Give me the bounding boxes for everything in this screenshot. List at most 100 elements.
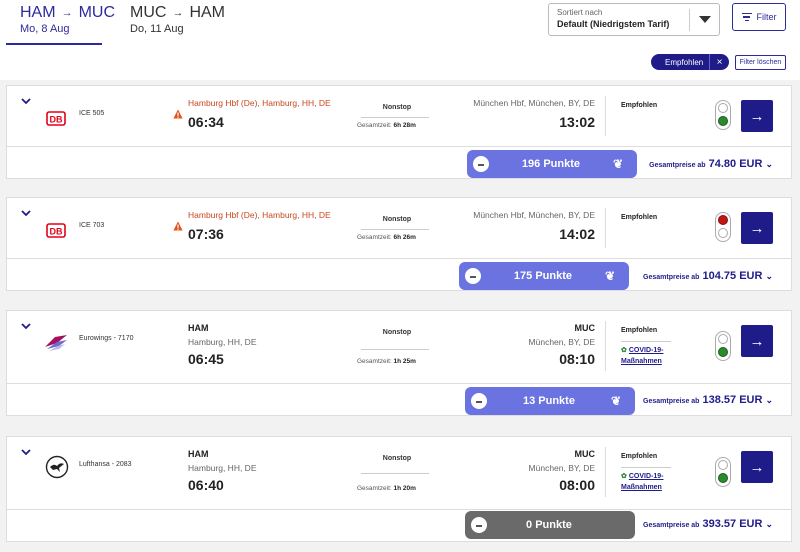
points-badge: 175 Punkte ❦: [459, 262, 629, 290]
collapse-icon[interactable]: [465, 268, 481, 284]
collapse-icon[interactable]: [473, 156, 489, 172]
departure-time: 06:45: [188, 351, 224, 367]
stops-label: Nonstop: [382, 329, 412, 336]
traffic-light-icon: [715, 331, 731, 361]
lufthansa-logo-icon: [45, 455, 69, 479]
select-flight-button[interactable]: →: [741, 325, 773, 357]
sort-caption: Sortiert nach: [557, 8, 603, 17]
price-value: 138.57 EUR: [702, 394, 763, 406]
sort-divider: [689, 9, 690, 31]
tab-return-from: MUC: [130, 4, 167, 21]
active-filter-chip: Empfohlen ×: [651, 54, 729, 70]
arrival-time: 14:02: [559, 226, 595, 242]
points-value: 0 Punkte: [526, 519, 572, 531]
sort-value: Default (Niedrigstem Tarif): [557, 19, 670, 29]
chevron-down-icon: ⌄: [765, 159, 773, 169]
result-card: DB ICE 703 Hamburg Hbf (De), Hamburg, HH…: [6, 197, 792, 291]
tab-outbound-date: Mo, 8 Aug: [20, 23, 70, 35]
divider: [7, 146, 791, 147]
close-icon[interactable]: ×: [709, 54, 729, 70]
divider: [605, 321, 606, 371]
arrival-time: 08:10: [559, 351, 595, 367]
leaf-icon: ❦: [604, 269, 615, 283]
search-header: HAM → MUC Mo, 8 Aug MUC → HAM Do, 11 Aug…: [0, 0, 800, 80]
price-value: 104.75 EUR: [702, 270, 763, 282]
price-toggle[interactable]: Gesamtpreise ab 138.57 EUR ⌄: [643, 394, 773, 406]
virus-icon: ✿: [621, 473, 627, 480]
stops-line: [361, 229, 429, 230]
select-flight-button[interactable]: →: [741, 212, 773, 244]
tab-outbound-from: HAM: [20, 4, 56, 21]
collapse-icon[interactable]: [471, 393, 487, 409]
divider: [7, 509, 791, 510]
eurowings-logo-icon: [45, 335, 67, 351]
price-prefix: Gesamtpreise ab: [649, 162, 706, 169]
chevron-down-icon[interactable]: [21, 96, 31, 106]
tab-return[interactable]: MUC → HAM Do, 11 Aug: [130, 4, 225, 35]
svg-text:DB: DB: [50, 227, 63, 237]
arrow-right-icon: →: [61, 7, 73, 19]
total-duration: Gesamtzeit: 1h 25m: [357, 358, 416, 365]
select-flight-button[interactable]: →: [741, 451, 773, 483]
tab-outbound[interactable]: HAM → MUC Mo, 8 Aug: [6, 4, 115, 45]
leaf-icon: ❦: [612, 157, 623, 171]
tab-outbound-to: MUC: [78, 4, 115, 21]
departure-station: Hamburg Hbf (De), Hamburg, HH, DE: [188, 98, 331, 108]
divider: [605, 208, 606, 248]
arrow-right-icon: →: [749, 332, 765, 350]
collapse-icon[interactable]: [471, 517, 487, 533]
recommended-tag: Empfohlen: [621, 214, 658, 221]
clear-filter-button[interactable]: Filter löschen: [735, 55, 786, 70]
recommended-tag: Empfohlen: [621, 453, 658, 460]
price-prefix: Gesamtpreise ab: [643, 398, 700, 405]
total-duration: Gesamtzeit: 1h 20m: [357, 485, 416, 492]
tab-active-indicator: [6, 43, 102, 45]
select-flight-button[interactable]: →: [741, 100, 773, 132]
departure-code: HAM: [188, 449, 209, 459]
price-toggle[interactable]: Gesamtpreise ab 104.75 EUR ⌄: [643, 270, 773, 282]
divider: [7, 258, 791, 259]
covid-measures-link[interactable]: ✿ COVID-19-Maßnahmen: [621, 341, 683, 367]
chevron-down-icon[interactable]: [21, 447, 31, 457]
departure-time: 06:40: [188, 477, 224, 493]
price-value: 393.57 EUR: [702, 518, 763, 530]
traffic-light-icon: [715, 457, 731, 487]
result-card: Lufthansa - 2083 HAM Hamburg, HH, DE 06:…: [6, 436, 792, 542]
divider: [605, 447, 606, 497]
filter-button-label: Filter: [756, 12, 777, 22]
stops-label: Nonstop: [382, 216, 412, 223]
recommended-tag: Empfohlen: [621, 327, 658, 334]
covid-measures-link[interactable]: ✿ COVID-19-Maßnahmen: [621, 467, 683, 493]
db-logo-icon: DB: [46, 111, 66, 126]
flight-number: Eurowings - 7170: [79, 335, 134, 342]
arrow-right-icon: →: [749, 458, 765, 476]
departure-code: HAM: [188, 323, 209, 333]
result-card: DB ICE 505 Hamburg Hbf (De), Hamburg, HH…: [6, 85, 792, 179]
chevron-down-icon: [699, 16, 711, 23]
chevron-down-icon: ⌄: [765, 395, 773, 405]
sort-select[interactable]: Sortiert nach Default (Niedrigstem Tarif…: [548, 3, 720, 36]
chevron-down-icon: ⌄: [765, 519, 773, 529]
filter-icon: [741, 12, 752, 22]
points-value: 175 Punkte: [513, 270, 573, 282]
price-toggle[interactable]: Gesamtpreise ab 74.80 EUR ⌄: [649, 158, 773, 170]
arrow-right-icon: →: [172, 7, 184, 19]
total-duration: Gesamtzeit: 6h 26m: [357, 234, 416, 241]
chevron-down-icon[interactable]: [21, 208, 31, 218]
points-value: 196 Punkte: [521, 158, 581, 170]
price-toggle[interactable]: Gesamtpreise ab 393.57 EUR ⌄: [643, 518, 773, 530]
leaf-icon: ❦: [610, 394, 621, 408]
stops-label: Nonstop: [382, 455, 412, 462]
warning-icon: [173, 221, 183, 231]
flight-number: ICE 703: [79, 222, 105, 229]
arrival-code: MUC: [574, 449, 596, 459]
chevron-down-icon: ⌄: [765, 271, 773, 281]
points-badge: 196 Punkte ❦: [467, 150, 637, 178]
divider: [7, 383, 791, 384]
chevron-down-icon[interactable]: [21, 321, 31, 331]
arrival-time: 13:02: [559, 114, 595, 130]
price-prefix: Gesamtpreise ab: [643, 522, 700, 529]
arrival-city: München, BY, DE: [528, 463, 595, 473]
arrival-code: MUC: [574, 323, 596, 333]
filter-button[interactable]: Filter: [732, 3, 786, 31]
